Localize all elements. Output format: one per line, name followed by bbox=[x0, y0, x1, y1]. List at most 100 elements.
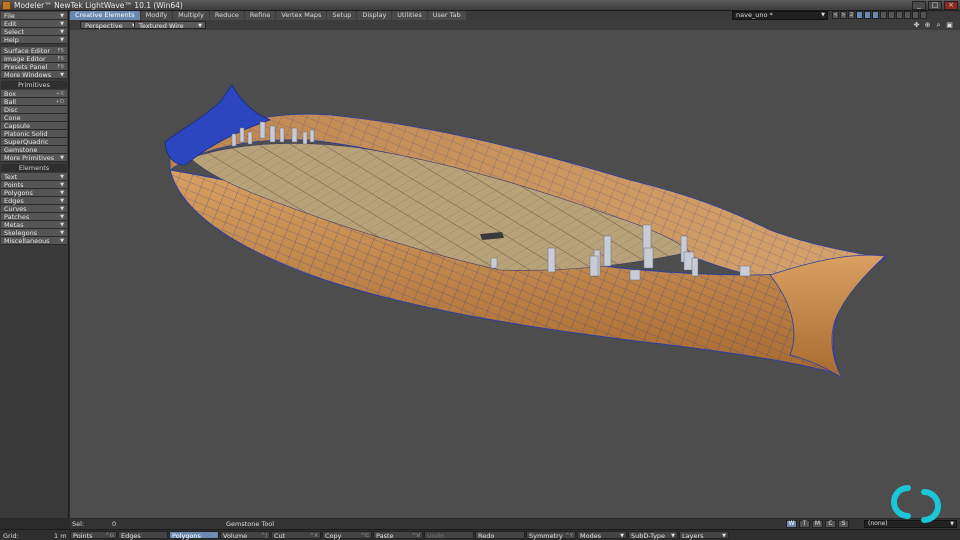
layer-toggle-button[interactable] bbox=[904, 11, 911, 19]
redo-button[interactable]: Redo bbox=[475, 531, 525, 540]
button-label: Paste bbox=[376, 532, 394, 540]
primitive-gemstone[interactable]: Gemstone bbox=[1, 146, 67, 154]
tab-multiply[interactable]: Multiply bbox=[173, 11, 209, 20]
view-button-c[interactable]: C bbox=[825, 520, 836, 528]
primitive-more-primitives[interactable]: More Primitives ▼ bbox=[1, 154, 67, 162]
chevron-down-icon: ▼ bbox=[722, 533, 726, 539]
layer-toggle-button[interactable] bbox=[912, 11, 919, 19]
layer-toggle-button[interactable]: > bbox=[840, 11, 847, 19]
points-button[interactable]: Points ^G bbox=[70, 531, 117, 540]
window-more-windows[interactable]: More Windows ▼ bbox=[1, 71, 67, 79]
shortcut-label: +O bbox=[55, 99, 64, 105]
perspective-viewport[interactable] bbox=[70, 30, 960, 518]
menu-help[interactable]: Help ▼ bbox=[1, 36, 67, 44]
element-patches[interactable]: Patches ▼ bbox=[1, 213, 67, 221]
undo-button[interactable]: Undo bbox=[424, 531, 474, 540]
primitive-disc[interactable]: Disc bbox=[1, 106, 67, 114]
layer-toggle-button[interactable] bbox=[856, 11, 863, 19]
window-image-editor[interactable]: Image Editor F6 bbox=[1, 55, 67, 63]
element-curves[interactable]: Curves ▼ bbox=[1, 205, 67, 213]
copy-button[interactable]: Copy ^C bbox=[322, 531, 372, 540]
layer-toggle-button[interactable]: 2 bbox=[848, 11, 855, 19]
element-label: Metas bbox=[4, 221, 24, 229]
cut-button[interactable]: Cut ^X bbox=[271, 531, 321, 540]
paste-button[interactable]: Paste ^V bbox=[373, 531, 423, 540]
primitive-label: SuperQuadric bbox=[4, 138, 49, 146]
volume-button[interactable]: Volume ^J bbox=[220, 531, 270, 540]
tab-creative-elements[interactable]: Creative Elements bbox=[70, 11, 140, 20]
menu-select[interactable]: Select ▼ bbox=[1, 28, 67, 36]
rotate-icon[interactable]: ⊕ bbox=[923, 21, 932, 29]
layer-toggle-button[interactable] bbox=[920, 11, 927, 19]
primitive-box[interactable]: Box +X bbox=[1, 90, 67, 98]
chevron-down-icon: ▼ bbox=[60, 72, 64, 78]
layer-toggle-button[interactable] bbox=[872, 11, 879, 19]
chevron-down-icon: ▼ bbox=[821, 12, 825, 18]
window-label: More Windows bbox=[4, 71, 52, 79]
element-miscellaneous[interactable]: Miscellaneous ▼ bbox=[1, 237, 67, 245]
view-button-s[interactable]: S bbox=[838, 520, 849, 528]
layer-toggle-button[interactable] bbox=[896, 11, 903, 19]
layers-button[interactable]: Layers ▼ bbox=[679, 531, 729, 540]
render-mode-dropdown[interactable]: Textured Wire ▼ bbox=[134, 21, 206, 30]
primitive-capsule[interactable]: Capsule bbox=[1, 122, 67, 130]
element-label: Miscellaneous bbox=[4, 237, 50, 245]
shortcut-label: ^V bbox=[411, 533, 420, 539]
tab-modify[interactable]: Modify bbox=[140, 11, 173, 20]
element-label: Edges bbox=[4, 197, 24, 205]
layer-toggle-button[interactable]: < bbox=[832, 11, 839, 19]
menu-edit[interactable]: Edit ▼ bbox=[1, 20, 67, 28]
pan-icon[interactable]: ✥ bbox=[912, 21, 921, 29]
minimize-button[interactable]: _ bbox=[912, 0, 926, 10]
layer-toggle-button[interactable] bbox=[864, 11, 871, 19]
shortcut-label: ^Y bbox=[565, 533, 573, 539]
tab-display[interactable]: Display bbox=[357, 11, 392, 20]
subd-type-button[interactable]: SubD-Type ▼ bbox=[628, 531, 678, 540]
tab-setup[interactable]: Setup bbox=[327, 11, 357, 20]
edges-button[interactable]: Edges bbox=[118, 531, 168, 540]
element-points[interactable]: Points ▼ bbox=[1, 181, 67, 189]
primitive-ball[interactable]: Ball +O bbox=[1, 98, 67, 106]
tab-user-tab[interactable]: User Tab bbox=[427, 11, 466, 20]
button-label: Points bbox=[73, 532, 93, 540]
element-text[interactable]: Text ▼ bbox=[1, 173, 67, 181]
tab-refine[interactable]: Refine bbox=[244, 11, 276, 20]
view-type-value: Perspective bbox=[85, 22, 123, 30]
primitive-label: More Primitives bbox=[4, 154, 55, 162]
view-button-t[interactable]: T bbox=[799, 520, 810, 528]
polygons-button[interactable]: Polygons ^H bbox=[169, 531, 219, 540]
primitive-platonic-solid[interactable]: Platonic Solid bbox=[1, 130, 67, 138]
layer-object-select[interactable]: nave_uno * ▼ bbox=[732, 11, 828, 20]
element-skelegons[interactable]: Skelegons ▼ bbox=[1, 229, 67, 237]
maximize-viewport-icon[interactable]: ▣ bbox=[945, 21, 954, 29]
tab-vertex-maps[interactable]: Vertex Maps bbox=[276, 11, 327, 20]
modes-button[interactable]: Modes ▼ bbox=[577, 531, 627, 540]
tab-reduce[interactable]: Reduce bbox=[209, 11, 244, 20]
layer-object-value: nave_uno * bbox=[736, 11, 773, 19]
view-button-m[interactable]: M bbox=[812, 520, 823, 528]
window-surface-editor[interactable]: Surface Editor F5 bbox=[1, 47, 67, 55]
close-button[interactable]: × bbox=[944, 0, 958, 10]
primitive-cone[interactable]: Cone bbox=[1, 114, 67, 122]
view-button-w[interactable]: W bbox=[786, 520, 797, 528]
layer-toggle-button[interactable] bbox=[888, 11, 895, 19]
button-label: Modes bbox=[580, 532, 602, 540]
primitive-superquadric[interactable]: SuperQuadric bbox=[1, 138, 67, 146]
element-label: Skelegons bbox=[4, 229, 38, 237]
element-polygons[interactable]: Polygons ▼ bbox=[1, 189, 67, 197]
symmetry-button[interactable]: Symmetry ^Y bbox=[526, 531, 576, 540]
window-presets-panel[interactable]: Presets Panel F8 bbox=[1, 63, 67, 71]
maximize-button[interactable]: □ bbox=[928, 0, 942, 10]
chevron-down-icon: ▼ bbox=[60, 190, 64, 196]
primitive-label: Ball bbox=[4, 98, 17, 106]
layer-toggle-button[interactable] bbox=[880, 11, 887, 19]
element-metas[interactable]: Metas ▼ bbox=[1, 221, 67, 229]
watermark-logo bbox=[891, 485, 941, 523]
element-edges[interactable]: Edges ▼ bbox=[1, 197, 67, 205]
zoom-icon[interactable]: ⌕ bbox=[934, 21, 943, 29]
view-type-dropdown[interactable]: Perspective ▼ bbox=[80, 21, 140, 30]
tab-utilities[interactable]: Utilities bbox=[392, 11, 427, 20]
menu-file[interactable]: File ▼ bbox=[1, 12, 67, 20]
shortcut-label: ^X bbox=[309, 533, 318, 539]
shortcut-label: ^G bbox=[105, 533, 114, 539]
